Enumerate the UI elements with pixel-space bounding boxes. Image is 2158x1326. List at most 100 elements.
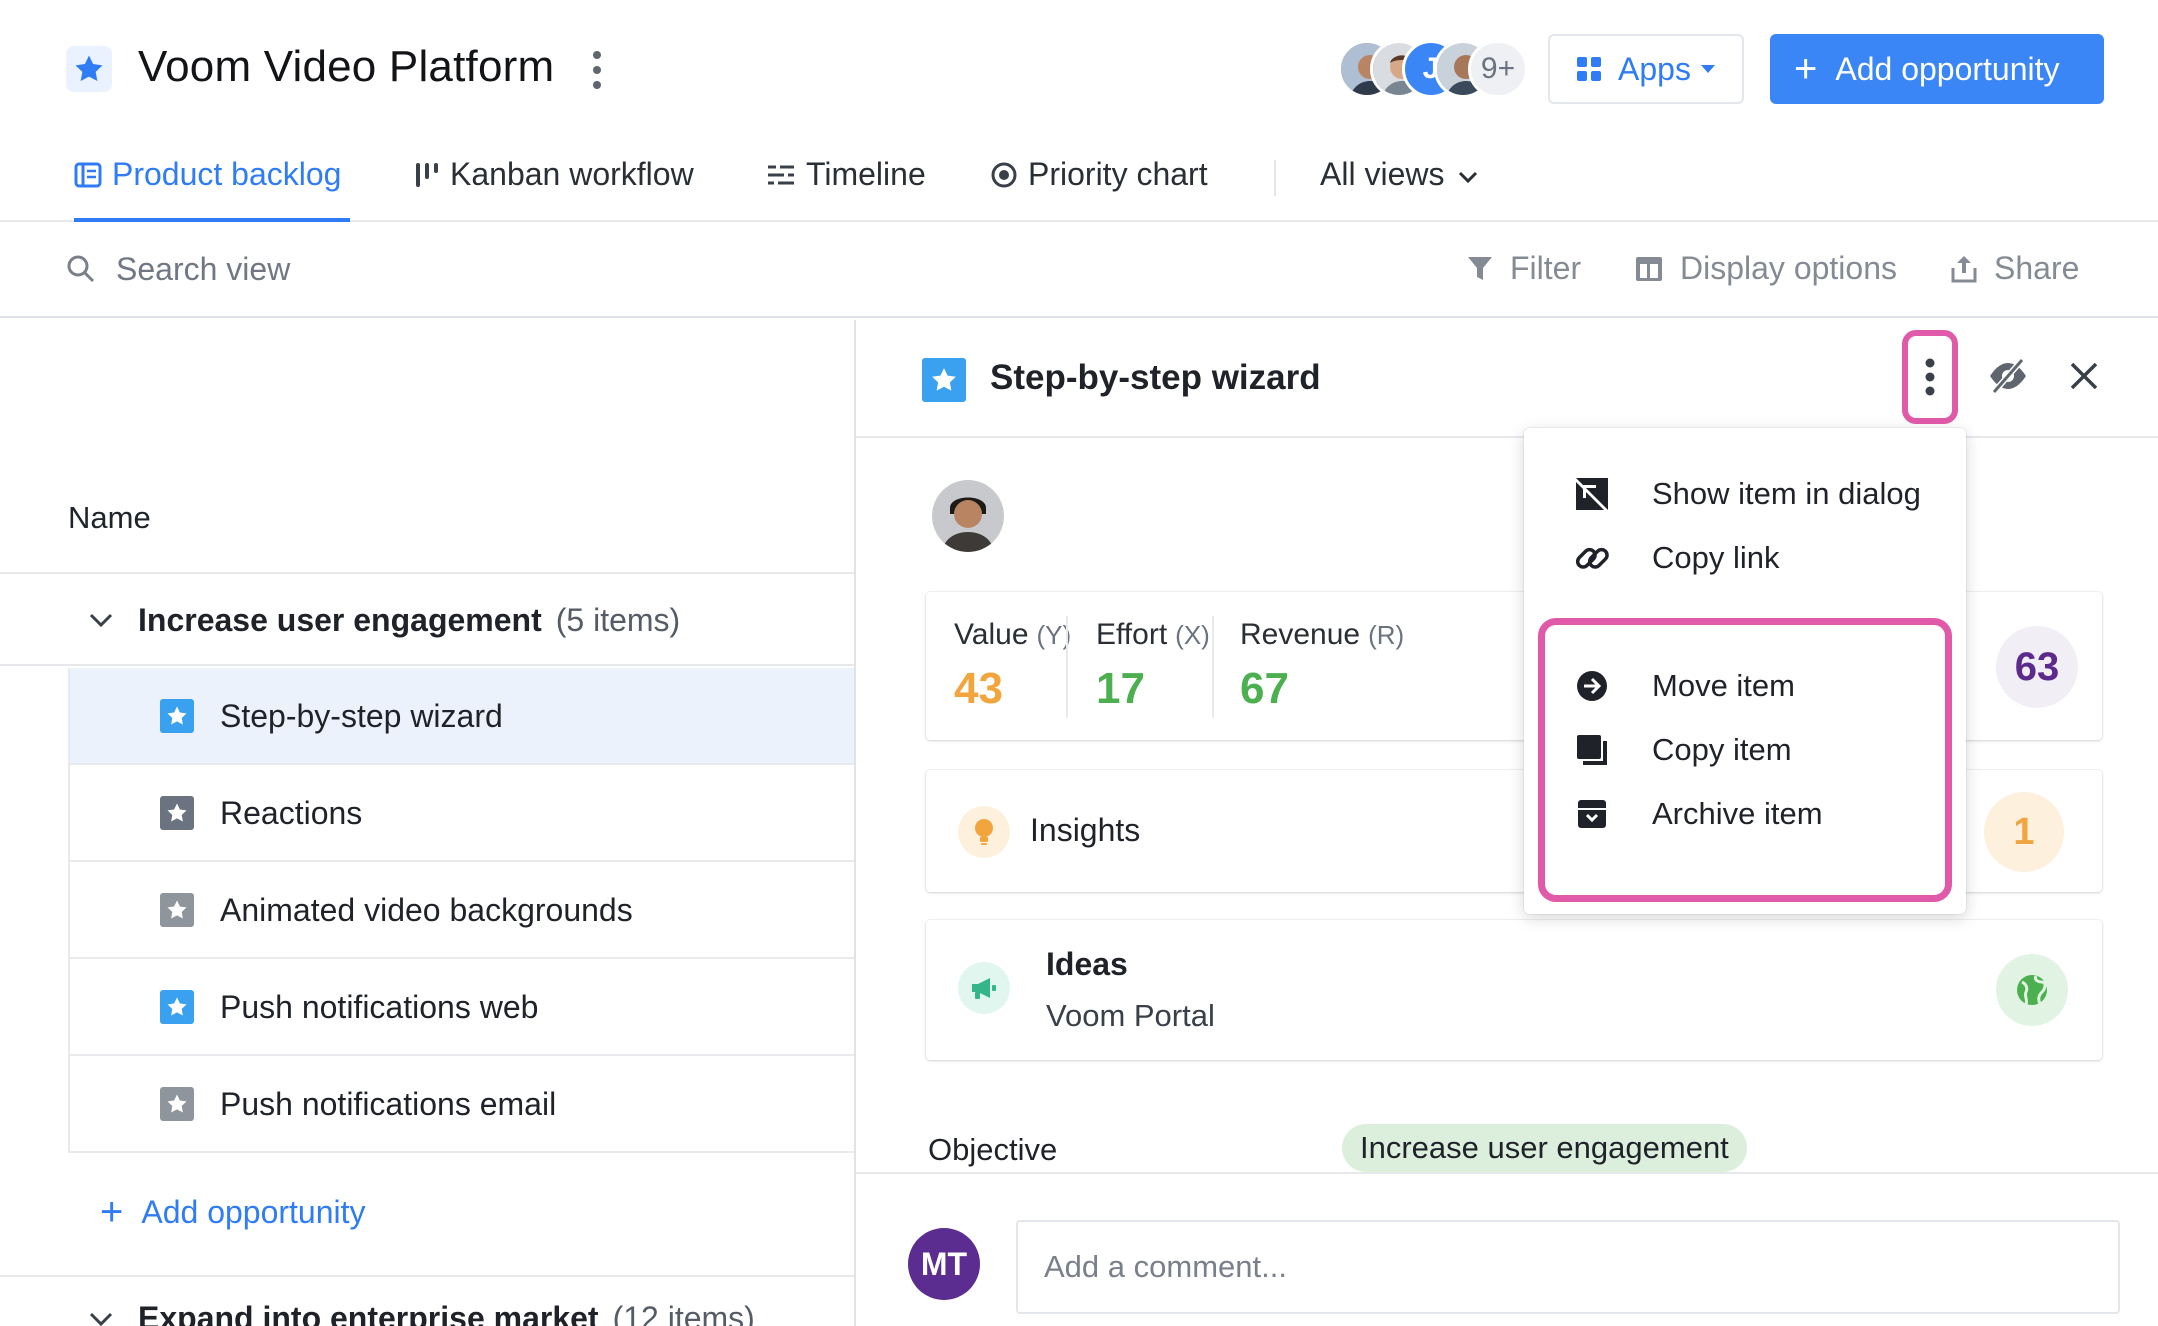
backlog-items: Step-by-step wizard Reactions Animated v… bbox=[68, 668, 856, 1153]
metric-label: Revenue (R) bbox=[1240, 618, 1404, 652]
item-label: Push notifications email bbox=[220, 1086, 557, 1122]
group-row[interactable]: Increase user engagement (5 items) bbox=[0, 574, 856, 666]
display-options-button[interactable]: Display options bbox=[1634, 250, 1897, 287]
divider bbox=[1066, 616, 1068, 718]
tab-product-backlog[interactable]: Product backlog bbox=[74, 156, 350, 222]
metric-name: Revenue bbox=[1240, 618, 1361, 651]
grid-icon bbox=[1577, 57, 1601, 81]
menu-item-show-in-dialog[interactable]: Show item in dialog bbox=[1572, 464, 1921, 524]
score-badge[interactable]: 63 bbox=[1996, 626, 2078, 708]
group-name: Expand into enterprise market bbox=[138, 1300, 599, 1326]
plus-icon: + bbox=[1794, 46, 1818, 91]
kebab-icon bbox=[1925, 358, 1935, 396]
menu-item-label: Show item in dialog bbox=[1652, 476, 1921, 511]
detail-title[interactable]: Step-by-step wizard bbox=[990, 358, 1321, 398]
tab-divider bbox=[1274, 160, 1276, 196]
star-icon bbox=[160, 1087, 194, 1121]
share-label: Share bbox=[1994, 250, 2080, 286]
close-icon[interactable] bbox=[2068, 360, 2100, 397]
divider bbox=[1212, 616, 1214, 718]
add-opportunity-button[interactable]: + Add opportunity bbox=[1770, 34, 2104, 104]
group-row[interactable]: Expand into enterprise market (12 items) bbox=[88, 1300, 755, 1326]
star-icon bbox=[160, 699, 194, 733]
share-button[interactable]: Share bbox=[1950, 250, 2079, 287]
item-label: Reactions bbox=[220, 795, 363, 831]
item-label: Animated video backgrounds bbox=[220, 892, 633, 928]
app-header: Voom Video Platform J 9+ Apps + Add oppo… bbox=[0, 0, 2158, 120]
comment-bar: MT bbox=[856, 1172, 2158, 1326]
project-menu-icon[interactable] bbox=[590, 50, 604, 90]
metric-axis: (R) bbox=[1368, 620, 1405, 650]
group-name: Increase user engagement bbox=[138, 602, 542, 638]
add-opportunity-link[interactable]: + Add opportunity bbox=[100, 1190, 366, 1235]
group-title: Increase user engagement (5 items) bbox=[138, 602, 680, 639]
team-avatars[interactable]: J 9+ bbox=[1338, 40, 1528, 100]
eye-off-icon[interactable] bbox=[1986, 356, 2030, 401]
insights-count-badge: 1 bbox=[1984, 792, 2064, 872]
tab-label: Product backlog bbox=[112, 156, 342, 192]
metric-label: Value (Y) bbox=[954, 618, 1071, 652]
assignee-avatar[interactable] bbox=[932, 480, 1004, 552]
more-options-button[interactable] bbox=[1902, 330, 1958, 424]
list-item[interactable]: Reactions bbox=[68, 765, 856, 862]
metric-effort[interactable]: Effort (X) 17 bbox=[1096, 618, 1210, 714]
metric-revenue[interactable]: Revenue (R) 67 bbox=[1240, 618, 1404, 714]
list-item[interactable]: Step-by-step wizard bbox=[68, 668, 856, 765]
metric-label: Effort (X) bbox=[1096, 618, 1210, 652]
tab-label: Kanban workflow bbox=[450, 156, 694, 192]
menu-item-label: Copy link bbox=[1652, 540, 1780, 575]
search-icon bbox=[66, 254, 96, 289]
search-input[interactable] bbox=[116, 246, 716, 292]
tab-priority-chart[interactable]: Priority chart bbox=[990, 156, 1208, 222]
list-item[interactable]: Animated video backgrounds bbox=[68, 862, 856, 959]
view-toolbar: Filter Display options Share bbox=[0, 222, 2158, 318]
avatar: MT bbox=[908, 1228, 980, 1300]
objective-label: Objective bbox=[928, 1132, 1058, 1167]
list-item[interactable]: Push notifications email bbox=[68, 1056, 856, 1153]
chevron-down-icon[interactable] bbox=[88, 1300, 138, 1326]
star-icon bbox=[160, 990, 194, 1024]
star-icon bbox=[922, 358, 966, 402]
tab-kanban-workflow[interactable]: Kanban workflow bbox=[414, 156, 694, 222]
filter-icon bbox=[1468, 256, 1492, 280]
item-label: Push notifications web bbox=[220, 989, 539, 1025]
globe-icon[interactable] bbox=[1996, 954, 2068, 1026]
list-item[interactable]: Push notifications web bbox=[68, 959, 856, 1056]
list-icon bbox=[74, 160, 102, 197]
apps-button[interactable]: Apps bbox=[1548, 34, 1744, 104]
metric-number: 43 bbox=[954, 664, 1003, 713]
tab-timeline[interactable]: Timeline bbox=[766, 156, 926, 222]
ideas-card[interactable]: Ideas Voom Portal bbox=[926, 920, 2102, 1060]
share-icon bbox=[1951, 255, 1977, 282]
project-star-icon bbox=[66, 46, 112, 92]
filter-button[interactable]: Filter bbox=[1466, 250, 1581, 287]
detail-header: Step-by-step wizard bbox=[856, 320, 2158, 438]
expand-icon bbox=[1572, 474, 1612, 514]
apps-label: Apps bbox=[1618, 50, 1691, 87]
project-title: Voom Video Platform bbox=[138, 42, 555, 91]
metric-number: 67 bbox=[1240, 664, 1289, 713]
group-count: (12 items) bbox=[612, 1300, 755, 1326]
tab-all-views[interactable]: All views bbox=[1320, 156, 1480, 222]
star-icon bbox=[160, 796, 194, 830]
chevron-down-icon[interactable] bbox=[88, 610, 114, 635]
menu-item-copy-link[interactable]: Copy link bbox=[1572, 528, 1780, 588]
insights-label: Insights bbox=[1030, 812, 1141, 848]
megaphone-icon bbox=[958, 962, 1010, 1014]
column-header-name[interactable]: Name bbox=[68, 500, 151, 536]
lightbulb-icon bbox=[958, 806, 1010, 858]
kanban-icon bbox=[414, 160, 440, 197]
comment-input[interactable] bbox=[1016, 1220, 2120, 1314]
objective-tag[interactable]: Increase user engagement bbox=[1342, 1124, 1747, 1172]
backlog-list: Name Increase user engagement (5 items) S… bbox=[0, 320, 856, 1326]
group-count: (5 items) bbox=[555, 602, 681, 638]
tab-label: All views bbox=[1320, 156, 1445, 192]
view-tabs: Product backlog Kanban workflow Timeline… bbox=[0, 140, 2158, 222]
metric-number: 17 bbox=[1096, 664, 1145, 713]
more-members-badge[interactable]: 9+ bbox=[1468, 40, 1528, 98]
plus-icon: + bbox=[100, 1190, 124, 1234]
link-icon bbox=[1572, 538, 1612, 578]
item-options-menu: Show item in dialog Copy link Move item … bbox=[1524, 428, 1966, 914]
metric-value[interactable]: Value (Y) 43 bbox=[954, 618, 1071, 714]
ideas-title: Ideas bbox=[1046, 946, 1128, 982]
